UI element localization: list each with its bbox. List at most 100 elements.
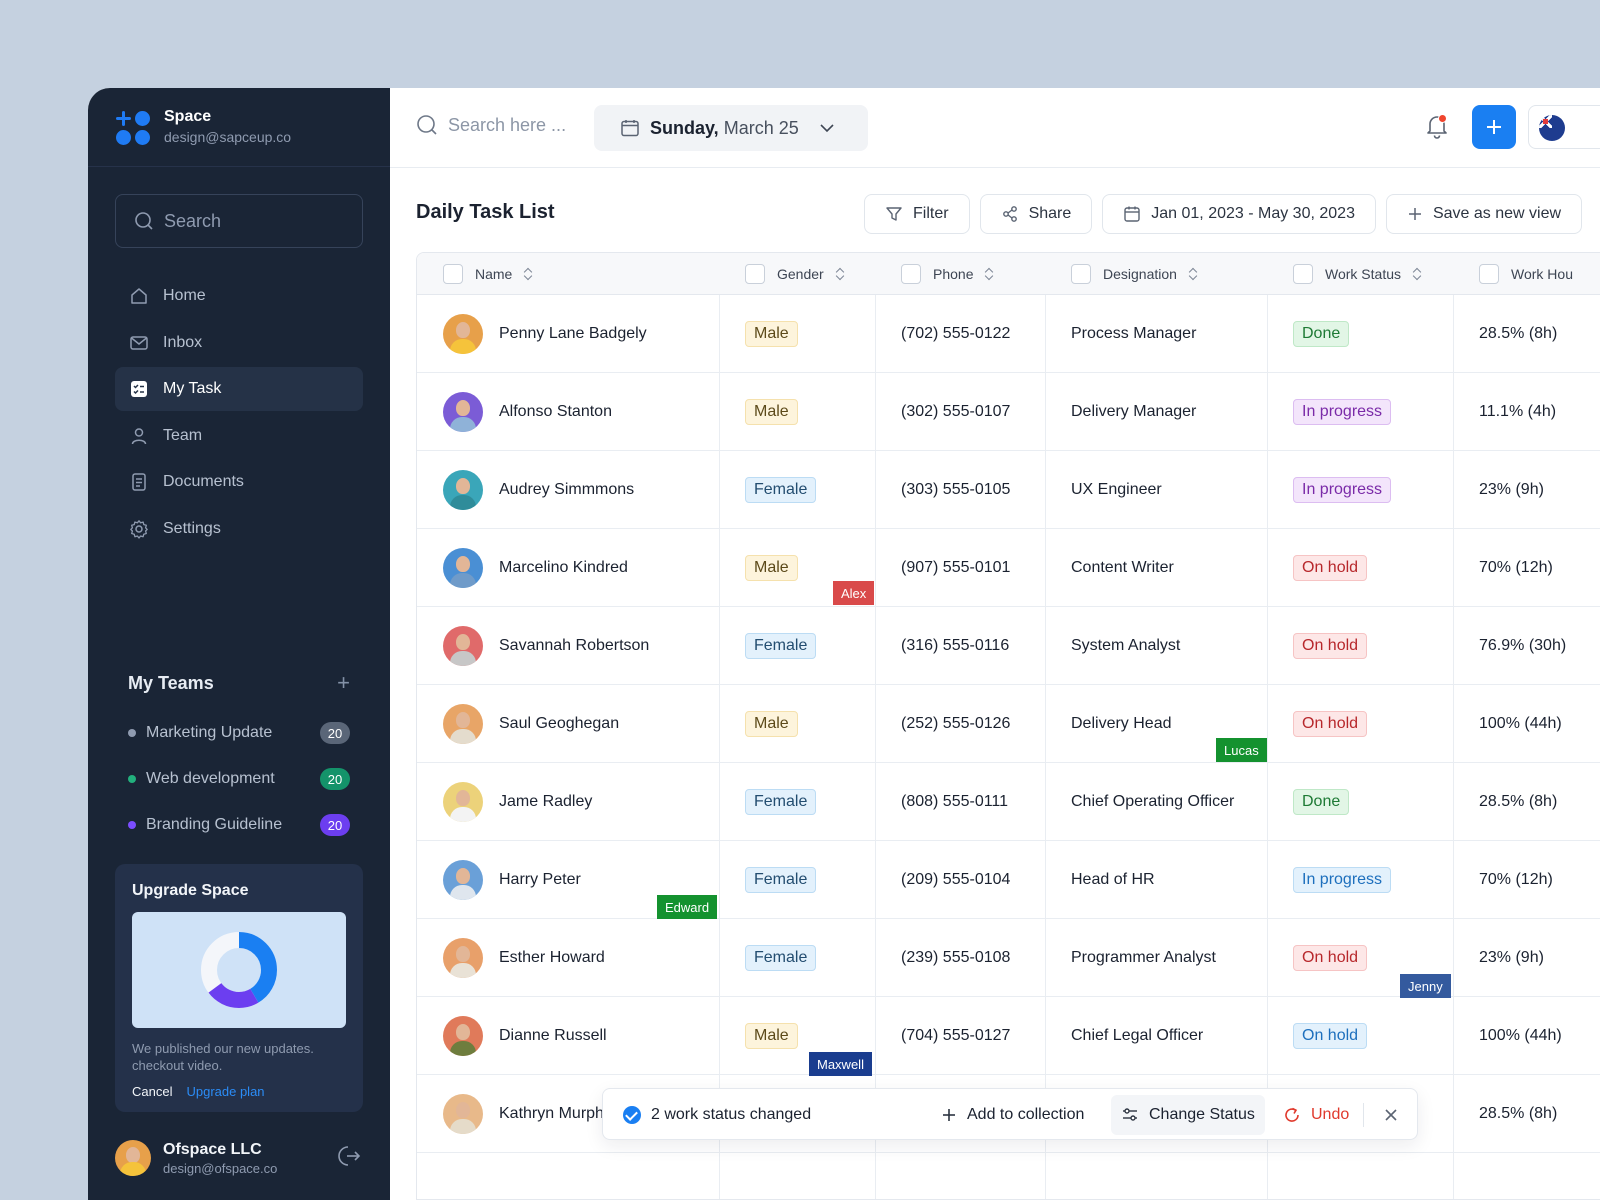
add-button[interactable] [1472, 105, 1516, 149]
table-row[interactable]: Dianne Russell Male (704) 555-0127 Chief Le… [417, 997, 1600, 1075]
table-row[interactable]: Jame Radley Female (808) 555-0111 Chief Ope… [417, 763, 1600, 841]
status-badge[interactable]: In progress [1293, 867, 1392, 893]
status-cell[interactable]: Done [1293, 295, 1350, 373]
status-cell[interactable]: On hold [1293, 919, 1368, 997]
sidebar-item-home[interactable]: Home [115, 274, 363, 318]
person-name: Audrey Simmmons [499, 481, 635, 498]
logout-icon[interactable] [337, 1143, 363, 1174]
sort-icon[interactable] [524, 268, 532, 280]
collaborator-cursor-tag: Alex [833, 581, 875, 605]
column-name[interactable]: Name [443, 253, 532, 295]
name-cell: Penny Lane Badgely [443, 295, 647, 373]
table-row[interactable]: Alfonso Stanton Male (302) 555-0107 Deliver… [417, 373, 1600, 451]
column-work-hours[interactable]: Work Hou [1479, 253, 1573, 295]
table-row[interactable]: Marcelino Kindred Male (907) 555-0101 Conte… [417, 529, 1600, 607]
sort-icon[interactable] [985, 268, 993, 280]
column-checkbox[interactable] [1293, 264, 1313, 284]
home-icon [129, 286, 149, 306]
column-checkbox[interactable] [1479, 264, 1499, 284]
top-search-input[interactable]: Search here ... [416, 114, 566, 136]
team-item-branding-guideline[interactable]: Branding Guideline 20 [128, 802, 350, 848]
status-badge[interactable]: On hold [1293, 555, 1368, 581]
status-cell[interactable]: On hold [1293, 685, 1368, 763]
sidebar-item-inbox[interactable]: Inbox [115, 321, 363, 365]
status-cell[interactable]: In progress [1293, 841, 1392, 919]
person-name: Jame Radley [499, 793, 593, 810]
select-all-checkbox[interactable] [443, 264, 463, 284]
gender-cell: Female [745, 841, 817, 919]
work-hours-cell: 70% (12h) [1479, 871, 1553, 888]
status-cell[interactable]: In progress [1293, 451, 1392, 529]
collaborator-cursor-tag: Edward [657, 895, 718, 919]
status-badge[interactable]: On hold [1293, 633, 1368, 659]
team-item-web-development[interactable]: Web development 20 [128, 756, 350, 802]
status-badge[interactable]: Done [1293, 789, 1350, 815]
avatar [443, 1094, 483, 1134]
sidebar-item-team[interactable]: Team [115, 414, 363, 458]
table-row[interactable]: Penny Lane Badgely Male (702) 555-0122 Proc… [417, 295, 1600, 373]
date-range-button[interactable]: Jan 01, 2023 - May 30, 2023 [1102, 194, 1376, 234]
search-icon [417, 115, 437, 135]
table-row[interactable]: Audrey Simmmons Female (303) 555-0105 UX En… [417, 451, 1600, 529]
gender-badge: Female [745, 633, 817, 659]
work-hours-cell: 100% (44h) [1479, 1027, 1562, 1044]
table-row[interactable]: Savannah Robertson Female (316) 555-0116 Sy… [417, 607, 1600, 685]
user-icon [129, 426, 149, 446]
task-table: Name Gender Phone Designation Work Statu… [416, 252, 1600, 1200]
upgrade-plan-link[interactable]: Upgrade plan [186, 1084, 264, 1099]
status-cell[interactable]: On hold [1293, 607, 1368, 685]
share-button[interactable]: Share [979, 194, 1093, 234]
column-checkbox[interactable] [745, 264, 765, 284]
designation-cell: Chief Operating Officer [1071, 793, 1235, 810]
column-phone[interactable]: Phone [901, 253, 993, 295]
status-badge[interactable]: In progress [1293, 477, 1392, 503]
notification-bell-icon[interactable] [1424, 112, 1450, 145]
status-badge[interactable]: On hold [1293, 945, 1368, 971]
column-label: Work Status [1325, 266, 1401, 282]
share-icon [1002, 206, 1017, 222]
undo-button[interactable]: Undo [1273, 1095, 1359, 1135]
avatar [443, 392, 483, 432]
status-badge[interactable]: On hold [1293, 1023, 1368, 1049]
team-item-marketing-update[interactable]: Marketing Update 20 [128, 710, 350, 756]
column-checkbox[interactable] [1071, 264, 1091, 284]
upgrade-cancel-link[interactable]: Cancel [132, 1084, 172, 1099]
brand[interactable]: Space design@sapceup.co [116, 108, 291, 145]
name-cell: Dianne Russell [443, 997, 607, 1075]
column-gender[interactable]: Gender [745, 253, 844, 295]
sidebar-item-documents[interactable]: Documents [115, 460, 363, 504]
status-cell[interactable]: On hold [1293, 997, 1368, 1075]
sort-icon[interactable] [1189, 268, 1197, 280]
sidebar-item-label: Team [163, 426, 203, 444]
sidebar-item-my-task[interactable]: My Task [115, 367, 363, 411]
status-badge[interactable]: In progress [1293, 399, 1392, 425]
status-snackbar: 2 work status changed Add to collection … [602, 1088, 1418, 1140]
sidebar-search-input[interactable]: Search [115, 194, 363, 248]
column-work-status[interactable]: Work Status [1293, 253, 1421, 295]
save-view-button[interactable]: Save as new view [1385, 194, 1583, 234]
status-badge[interactable]: Done [1293, 321, 1350, 347]
sort-icon[interactable] [836, 268, 844, 280]
filter-button[interactable]: Filter [864, 194, 970, 234]
profile[interactable]: Ofspace LLC design@ofspace.co [115, 1140, 363, 1176]
status-cell[interactable]: In progress [1293, 373, 1392, 451]
sidebar-item-settings[interactable]: Settings [115, 507, 363, 551]
sort-icon[interactable] [1413, 268, 1421, 280]
status-cell[interactable]: On hold [1293, 529, 1368, 607]
table-row[interactable]: Saul Geoghegan Male (252) 555-0126 Delivery… [417, 685, 1600, 763]
gender-cell: Male [745, 295, 798, 373]
status-cell[interactable]: Done [1293, 763, 1350, 841]
column-checkbox[interactable] [901, 264, 921, 284]
date-picker[interactable]: Sunday, March 25 [594, 105, 868, 151]
close-snackbar-button[interactable] [1373, 1095, 1409, 1135]
upgrade-video-preview[interactable] [132, 912, 346, 1028]
language-selector[interactable] [1528, 105, 1600, 149]
column-designation[interactable]: Designation [1071, 253, 1197, 295]
search-icon [135, 212, 153, 230]
change-status-button[interactable]: Change Status [1111, 1095, 1265, 1135]
add-to-collection-button[interactable]: Add to collection [931, 1095, 1094, 1135]
status-badge[interactable]: On hold [1293, 711, 1368, 737]
add-team-plus-icon[interactable]: + [337, 672, 350, 694]
table-row[interactable]: Harry Peter Female (209) 555-0104 Head of H… [417, 841, 1600, 919]
gender-cell: Male [745, 685, 798, 763]
